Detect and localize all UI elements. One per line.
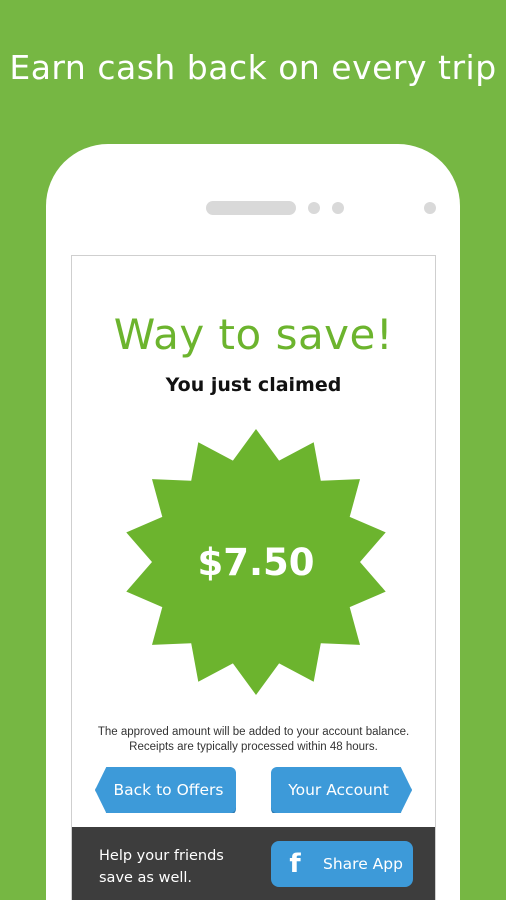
phone-camera-dot [424,202,436,214]
promo-headline: Earn cash back on every trip [9,48,497,87]
processing-note: The approved amount will be added to you… [72,725,435,755]
share-app-button[interactable]: f Share App [271,841,413,887]
share-prompt: Help your friends save as well. [99,845,224,889]
claimed-amount: $7.50 [197,540,315,584]
share-footer: Help your friends save as well. f Share … [72,827,435,900]
claimed-subtitle: You just claimed [165,374,342,396]
phone-sensor-dot [308,202,320,214]
phone-speaker [206,201,296,215]
page-title: Way to save! [113,310,394,359]
share-prompt-line: Help your friends [99,848,224,864]
your-account-button[interactable]: Your Account [271,767,412,813]
back-to-offers-button[interactable]: Back to Offers [95,767,236,813]
facebook-icon: f [289,849,301,879]
promo-screenshot: Earn cash back on every trip Way to save… [0,0,506,900]
share-prompt-line: save as well. [99,870,193,886]
phone-sensor-dot [332,202,344,214]
note-line: Receipts are typically processed within … [129,741,378,753]
share-app-label: Share App [323,855,403,873]
note-line: The approved amount will be added to you… [97,726,410,738]
